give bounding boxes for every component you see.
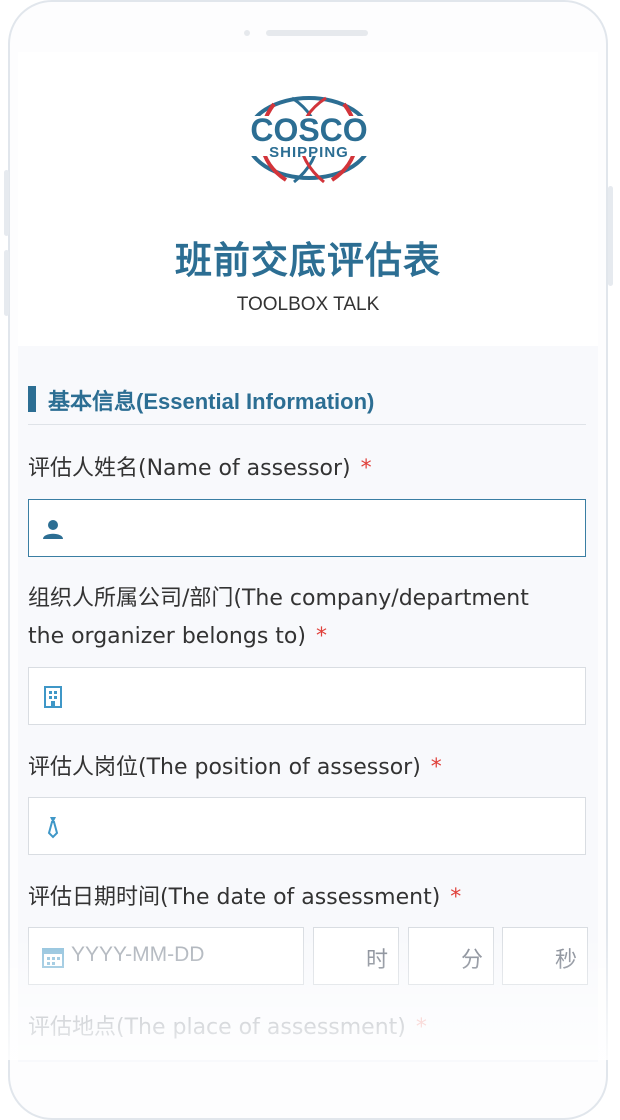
form-header: COSCO SHIPPING 班前交底评估表 TOOLBOX TALK xyxy=(18,52,598,346)
calendar-icon xyxy=(42,948,64,968)
assessor-position-input[interactable] xyxy=(75,798,579,856)
page-title: 班前交底评估表 xyxy=(175,239,441,282)
assessment-datetime-row: YYYY-MM-DD 时 分 秒 xyxy=(28,927,588,985)
required-asterisk: * xyxy=(415,1015,427,1040)
assessment-place-label: 评估地点(The place of assessment) * xyxy=(28,1009,588,1047)
second-select[interactable]: 秒 xyxy=(502,927,588,985)
form-screen: COSCO SHIPPING 班前交底评估表 TOOLBOX TALK 基本信息… xyxy=(18,52,598,1062)
required-asterisk: * xyxy=(430,755,442,780)
user-icon xyxy=(43,520,63,539)
section-header-essential-info: 基本信息(Essential Information) xyxy=(28,384,586,425)
section-accent-bar xyxy=(28,386,36,412)
notch-dot xyxy=(362,30,368,36)
assessment-date-label: 评估日期时间(The date of assessment) * xyxy=(28,879,588,917)
label-text: 评估日期时间(The date of assessment) xyxy=(28,885,441,910)
section-title: 基本信息(Essential Information) xyxy=(48,389,375,414)
building-icon xyxy=(44,686,62,708)
date-placeholder: YYYY-MM-DD xyxy=(71,943,205,966)
assessor-position-field[interactable] xyxy=(28,797,586,856)
assessor-name-label: 评估人姓名(Name of assessor) * xyxy=(28,450,588,488)
label-text: 评估人岗位(The position of assessor) xyxy=(28,755,421,780)
second-unit: 秒 xyxy=(554,948,577,973)
assessor-name-input[interactable] xyxy=(75,500,579,558)
company-department-label: 组织人所属公司/部门(The company/department the or… xyxy=(28,580,588,656)
page-subtitle: TOOLBOX TALK xyxy=(236,294,380,315)
hour-select[interactable]: 时 xyxy=(313,927,399,985)
phone-side-button xyxy=(4,250,9,316)
hour-unit: 时 xyxy=(365,948,388,973)
assessor-name-field[interactable] xyxy=(28,499,586,558)
assessor-position-label: 评估人岗位(The position of assessor) * xyxy=(28,749,588,787)
phone-side-button xyxy=(608,186,613,286)
minute-select[interactable]: 分 xyxy=(408,927,494,985)
date-input[interactable]: YYYY-MM-DD xyxy=(28,927,304,985)
company-department-field[interactable] xyxy=(28,667,586,726)
cosco-shipping-logo: COSCO SHIPPING xyxy=(240,96,378,184)
logo-text-cosco: COSCO xyxy=(250,112,367,148)
phone-side-button xyxy=(4,170,9,236)
tie-icon xyxy=(47,817,59,839)
required-asterisk: * xyxy=(315,624,327,649)
label-text: 评估人姓名(Name of assessor) xyxy=(28,456,351,481)
company-department-input[interactable] xyxy=(75,668,579,726)
notch-dot xyxy=(244,30,250,36)
minute-unit: 分 xyxy=(460,948,483,973)
required-asterisk: * xyxy=(360,456,372,481)
logo-text-shipping: SHIPPING xyxy=(269,144,349,161)
label-text-line1: 组织人所属公司/部门(The company/department xyxy=(28,586,529,611)
label-text: 评估地点(The place of assessment) xyxy=(28,1015,406,1040)
label-text-line2: the organizer belongs to) xyxy=(28,624,306,649)
required-asterisk: * xyxy=(450,885,462,910)
speaker-bar xyxy=(266,30,366,36)
